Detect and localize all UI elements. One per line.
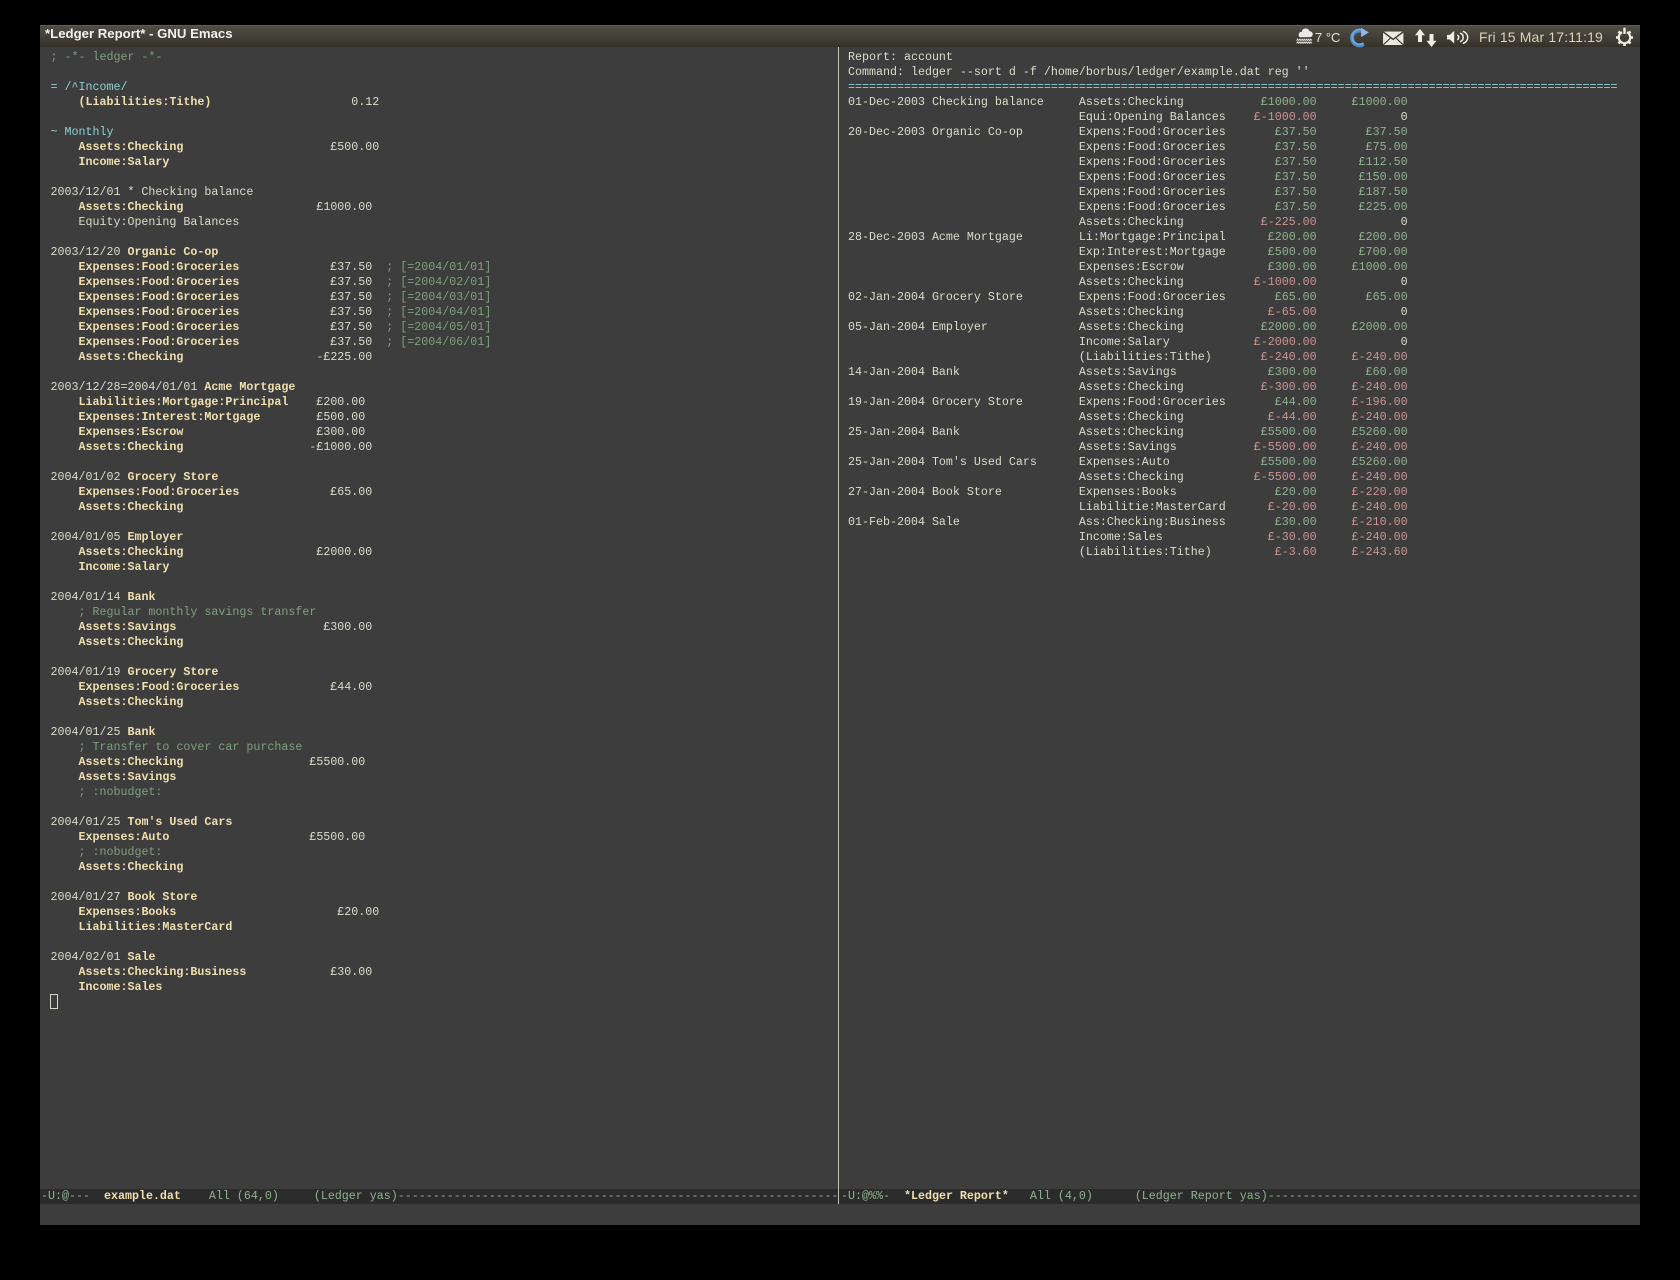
svg-text:7 °C: 7 °C bbox=[1315, 30, 1340, 45]
svg-text:Fri 15 Mar 17:11:19: Fri 15 Mar 17:11:19 bbox=[1479, 29, 1603, 45]
